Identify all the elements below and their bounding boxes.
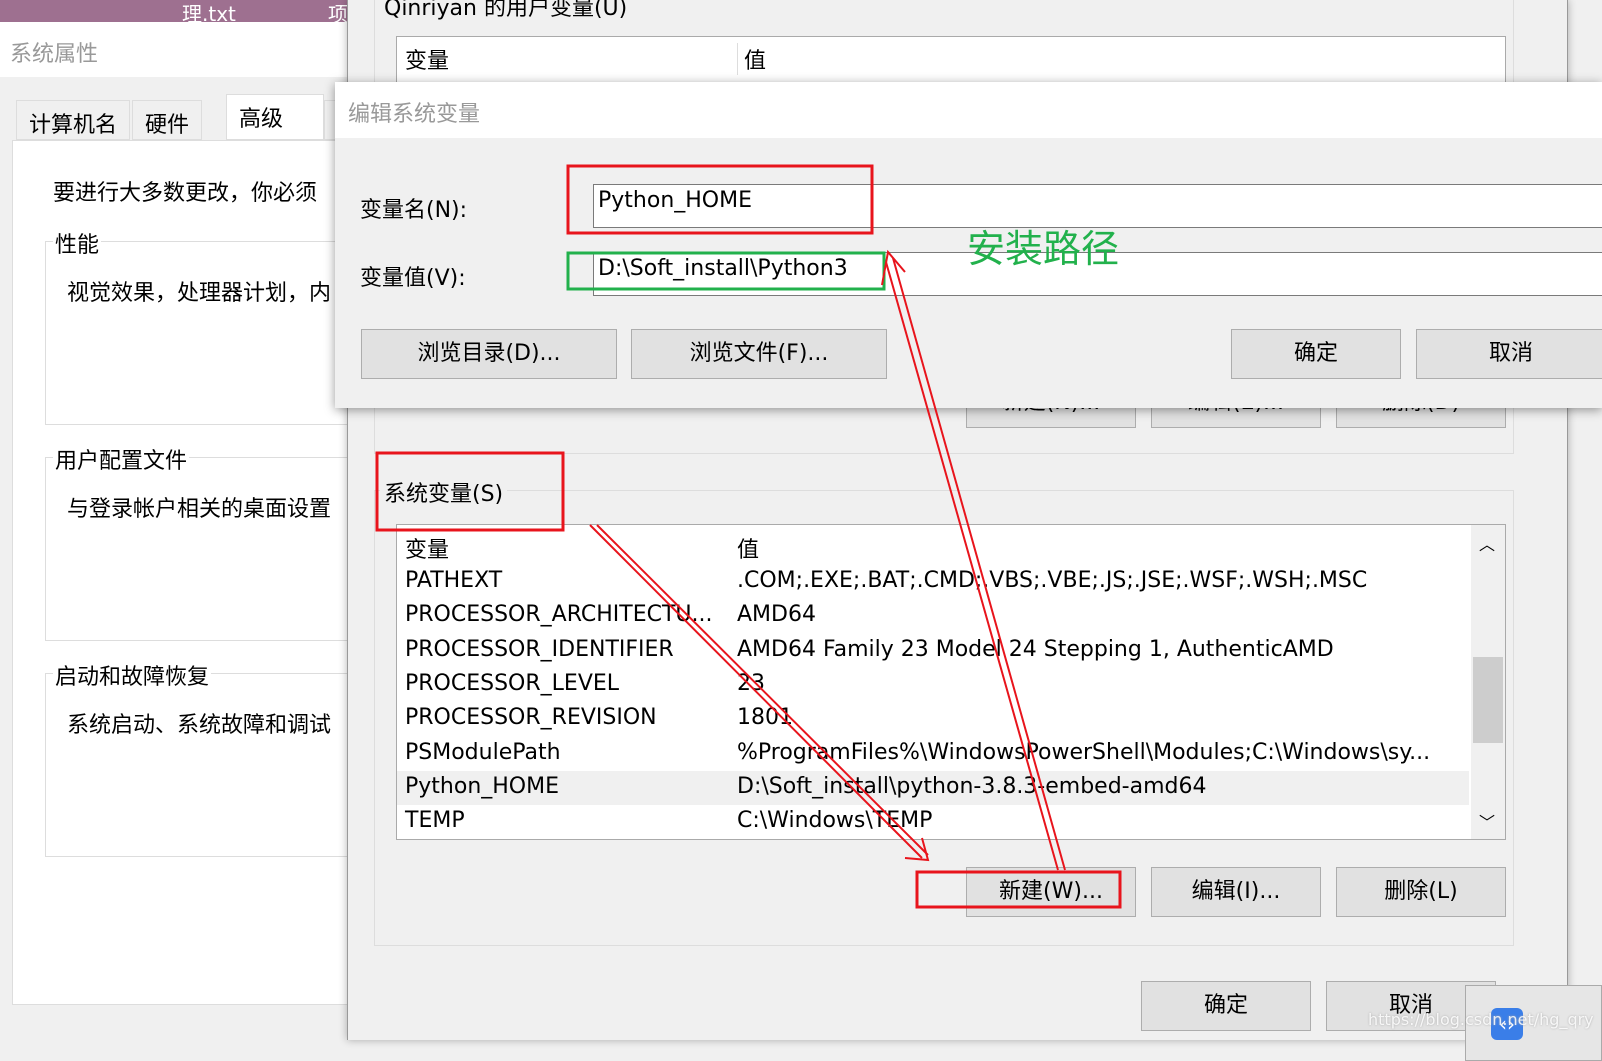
taskbar-strip: 理.txt 项 [0,0,350,26]
system-new-button[interactable]: 新建(W)... [966,867,1136,917]
browse-file-button[interactable]: 浏览文件(F)... [631,329,887,379]
cancel-button[interactable]: 取消 [1416,329,1602,379]
variable-name: PATHEXT [405,568,503,593]
variable-value: D:\Soft_install\python-3.8.3-embed-amd64 [737,773,1207,799]
group-title: 用户配置文件 [53,443,190,475]
watermark: https://blog.csdn.net/hg_qry [1368,1010,1594,1029]
scroll-up-icon[interactable]: ︿ [1479,531,1495,555]
tab-advanced[interactable]: 高级 [226,94,324,140]
column-header-variable[interactable]: 变量 [405,532,449,564]
variable-value: .COM;.EXE;.BAT;.CMD;.VBS;.VBE;.JS;.JSE;.… [737,568,1368,593]
window-title: 系统属性 [0,22,350,77]
dialog-title: 编辑系统变量 [335,82,1602,138]
system-edit-button[interactable]: 编辑(I)... [1151,867,1321,917]
ok-button[interactable]: 确定 [1231,329,1401,379]
group-text: 视觉效果，处理器计划，内 [67,281,332,306]
system-properties-window: 系统属性 计算机名 硬件 高级 系 要进行大多数更改，你必须 性能 视觉效果，处… [0,22,365,1061]
variable-value: 1801 [737,705,793,731]
column-header-value[interactable]: 值 [737,43,766,75]
variable-value-label: 变量值(V): [360,266,466,291]
table-row[interactable]: PROCESSOR_REVISION 1801 [397,702,1469,736]
tab-computer-name[interactable]: 计算机名 [16,100,131,140]
scrollbar[interactable]: ︿ ﹀ [1471,525,1505,839]
browse-directory-button[interactable]: 浏览目录(D)... [361,329,617,379]
variable-name: TEMP [405,808,465,834]
variable-value: AMD64 Family 23 Model 24 Stepping 1, Aut… [737,636,1334,662]
scroll-down-icon[interactable]: ﹀ [1479,809,1495,833]
tab-hardware[interactable]: 硬件 [132,100,203,140]
variable-value: C:\Windows\TEMP [737,808,933,834]
variable-name: PSModulePath [405,739,561,765]
table-row[interactable]: TEMP C:\Windows\TEMP [397,805,1469,839]
table-row[interactable]: PSModulePath %ProgramFiles%\WindowsPowerS… [397,737,1469,771]
variable-name: PROCESSOR_REVISION [405,705,657,731]
list-header: 变量 值 [397,529,1469,563]
variable-value: 23 [737,670,765,696]
table-row[interactable]: PROCESSOR_LEVEL 23 [397,668,1469,702]
group-text: 与登录帐户相关的桌面设置 [67,497,332,522]
advanced-panel: 要进行大多数更改，你必须 性能 视觉效果，处理器计划，内 用户配置文件 与登录帐… [12,140,365,1005]
table-row[interactable]: Python_HOME D:\Soft_install\python-3.8.3-… [397,770,1469,805]
annotation-install-path: 安装路径 [967,227,1120,271]
ok-button[interactable]: 确定 [1141,981,1311,1031]
variable-name: PROCESSOR_IDENTIFIER [405,636,674,662]
variable-name: PROCESSOR_ARCHITECTU... [405,602,713,628]
group-title: 启动和故障恢复 [53,659,212,691]
system-vars-list[interactable]: 变量 值 PATHEXT .COM;.EXE;.BAT;.CMD;.VBS;.VB… [396,524,1506,840]
variable-name: Python_HOME [405,773,559,799]
group-title: 性能 [53,227,102,259]
column-header-variable[interactable]: 变量 [405,43,449,75]
user-vars-title: Qinriyan 的用户变量(U) [380,0,632,22]
variable-name: PROCESSOR_LEVEL [405,670,620,696]
group-text: 系统启动、系统故障和调试 [67,713,332,738]
scrollbar-thumb[interactable] [1473,657,1503,743]
column-header-value[interactable]: 值 [737,532,759,564]
system-delete-button[interactable]: 删除(L) [1336,867,1506,917]
startup-recovery-group [45,673,365,857]
variable-value: AMD64 [737,602,816,628]
table-row[interactable]: PATHEXT .COM;.EXE;.BAT;.CMD;.VBS;.VBE;.JS… [397,565,1469,599]
performance-group [45,241,365,425]
user-profiles-group [45,457,365,641]
variable-value: %ProgramFiles%\WindowsPowerShell\Modules… [737,739,1431,765]
intro-text: 要进行大多数更改，你必须 [53,181,318,206]
table-row[interactable]: PROCESSOR_IDENTIFIER AMD64 Family 23 Mode… [397,634,1469,668]
table-row[interactable]: PROCESSOR_ARCHITECTU... AMD64 [397,599,1469,633]
variable-name-label: 变量名(N): [360,198,468,223]
system-vars-title: 系统变量(S) [380,476,508,508]
